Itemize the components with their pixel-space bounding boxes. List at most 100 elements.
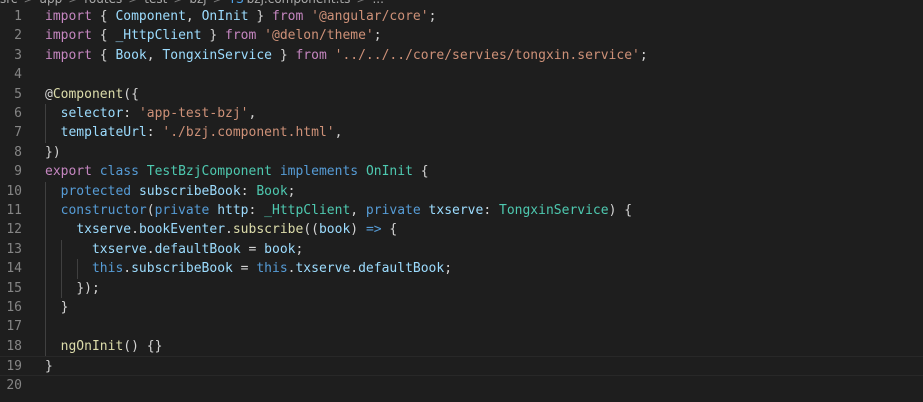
code-line[interactable]: 20	[0, 376, 923, 395]
code-token: bookEventer	[138, 222, 226, 238]
code-token: OnInit	[201, 9, 249, 24]
code-token: import	[45, 28, 92, 44]
code-line[interactable]: 3 import { Book, TongxinService } from '.…	[0, 46, 923, 65]
code-text[interactable]: txserve.bookEventer.subscribe((book) => …	[45, 220, 397, 239]
code-token: defaultBook	[154, 241, 241, 257]
line-number: 4	[14, 67, 22, 83]
line-number: 19	[6, 359, 22, 375]
code-token: Component	[52, 86, 124, 102]
breadcrumb[interactable]: src > app > routes > test > bzj > TSbzj.component.…	[0, 0, 923, 7]
line-number: 17	[6, 319, 22, 335]
code-line[interactable]: 12 txserve.bookEventer.subscribe((book) …	[0, 220, 923, 239]
code-token: .	[123, 261, 132, 277]
code-line[interactable]: 5 @Component({	[0, 85, 923, 104]
code-token: ,	[334, 125, 343, 141]
code-token: txserve	[76, 222, 132, 238]
code-token: templateUrl	[60, 125, 147, 141]
code-text[interactable]: protected subscribeBook: Book;	[45, 182, 296, 201]
code-line[interactable]: 15 });	[0, 279, 923, 298]
code-token: ngOnInit	[60, 338, 124, 354]
code-line[interactable]: 14 this.subscribeBook = this.txserve.def…	[0, 259, 923, 278]
breadcrumb-item[interactable]: app	[40, 0, 63, 6]
code-token: =	[232, 261, 257, 277]
code-token: import	[45, 9, 92, 24]
code-token: :	[483, 203, 499, 218]
typescript-file-icon: TS	[229, 0, 244, 6]
code-text[interactable]: this.subscribeBook = this.txserve.defaul…	[45, 259, 452, 278]
breadcrumb-item[interactable]: bzj	[189, 0, 206, 6]
code-line[interactable]: 19}	[0, 356, 923, 376]
code-text[interactable]: selector: 'app-test-bzj',	[45, 104, 257, 123]
code-line[interactable]: 8})	[0, 143, 923, 162]
code-text[interactable]: }	[45, 357, 53, 376]
code-line[interactable]: 2 import { _HttpClient } from '@delon/the…	[0, 26, 923, 45]
code-token: txserve	[295, 261, 351, 277]
code-text[interactable]: import { Book, TongxinService } from '..…	[45, 46, 648, 65]
code-text[interactable]: ngOnInit() {}	[45, 337, 163, 356]
code-token: _HttpClient	[264, 203, 351, 218]
code-line[interactable]: 18 ngOnInit() {}	[0, 337, 923, 356]
code-token: subscribeBook	[138, 183, 241, 199]
code-text[interactable]: }	[45, 298, 69, 317]
breadcrumb-item[interactable]: ...	[372, 0, 383, 6]
code-text[interactable]: constructor(private http: _HttpClient, p…	[45, 201, 632, 220]
code-line[interactable]: 4	[0, 65, 923, 84]
code-token: 'app-test-bzj'	[138, 106, 249, 121]
code-line[interactable]: 1 import { Component, OnInit } from '@ang…	[0, 7, 923, 26]
code-token: implements	[279, 164, 359, 180]
code-token: defaultBook	[358, 261, 445, 277]
breadcrumb-separator: >	[128, 0, 138, 6]
line-number: 3	[14, 47, 22, 63]
code-text[interactable]: txserve.defaultBook = book;	[45, 240, 303, 259]
code-editor[interactable]: 1 import { Component, OnInit } from '@ang…	[0, 7, 923, 402]
code-token: OnInit	[365, 164, 413, 180]
line-number: 16	[6, 300, 22, 315]
breadcrumb-items[interactable]: src > app > routes > test > bzj > TSbzj.component.…	[0, 0, 384, 6]
code-token: }	[272, 47, 296, 63]
code-line[interactable]: 6 selector: 'app-test-bzj',	[0, 104, 923, 123]
code-token: {	[91, 9, 116, 24]
code-text[interactable]: import { _HttpClient } from '@delon/them…	[45, 26, 382, 45]
code-token: txserve	[428, 203, 484, 218]
breadcrumb-item[interactable]: routes	[84, 0, 122, 6]
code-token: Component	[115, 9, 186, 24]
code-text[interactable]: @Component({	[45, 85, 139, 104]
code-token: from	[295, 47, 327, 63]
breadcrumb-item[interactable]: src	[0, 0, 18, 6]
code-line[interactable]: 10 protected subscribeBook: Book;	[0, 182, 923, 201]
code-text[interactable]: export class TestBzjComponent implements…	[45, 162, 429, 181]
breadcrumb-item[interactable]: test	[144, 0, 167, 6]
breadcrumb-item[interactable]: bzj.component.ts	[247, 0, 351, 6]
code-text[interactable]: import { Component, OnInit } from '@angu…	[45, 7, 436, 26]
code-line[interactable]: 16 }	[0, 298, 923, 317]
code-line[interactable]: 7 templateUrl: './bzj.component.html',	[0, 123, 923, 142]
line-number: 7	[14, 125, 22, 141]
code-token: from	[225, 28, 257, 44]
line-number: 6	[14, 106, 22, 121]
code-text[interactable]: })	[45, 143, 61, 162]
code-token: :	[123, 106, 139, 121]
code-token: this	[256, 261, 288, 277]
code-token: '@delon/theme'	[264, 28, 374, 44]
code-text[interactable]: });	[45, 279, 99, 298]
code-line[interactable]: 9 export class TestBzjComponent implement…	[0, 162, 923, 181]
code-token: subscribe	[232, 222, 304, 238]
code-token: '../../../core/servies/tongxin.service'	[334, 47, 640, 63]
line-number: 9	[14, 164, 22, 180]
code-line[interactable]: 13 txserve.defaultBook = book;	[0, 240, 923, 259]
code-line[interactable]: 11 constructor(private http: _HttpClient…	[0, 201, 923, 220]
code-token: ({	[123, 86, 139, 102]
code-text[interactable]: templateUrl: './bzj.component.html',	[45, 123, 343, 142]
code-token: {	[91, 28, 116, 44]
code-line[interactable]: 17	[0, 317, 923, 336]
